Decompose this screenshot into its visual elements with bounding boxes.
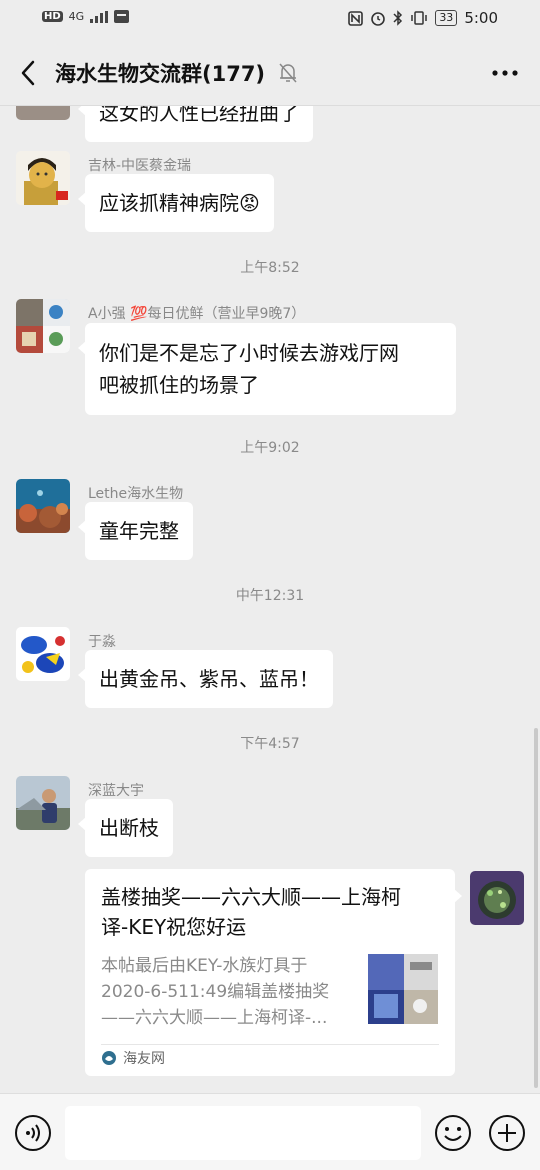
message-text-line-1: 你们是不是忘了小时候去游戏厅网 bbox=[99, 341, 399, 365]
signal-icon bbox=[90, 10, 109, 23]
link-card-desc-line-3: ——六六大顺——上海柯译-... bbox=[101, 1008, 328, 1028]
message-text: 出断枝 bbox=[99, 816, 159, 840]
input-bar bbox=[0, 1093, 540, 1170]
sender-name: Lethe海水生物 bbox=[88, 486, 184, 502]
battery-indicator: 33 bbox=[435, 10, 458, 26]
source-logo-icon bbox=[102, 1051, 116, 1065]
message-input[interactable] bbox=[65, 1106, 421, 1160]
message-bubble[interactable]: 出断枝 bbox=[78, 799, 173, 857]
status-right: 33 5:00 bbox=[348, 9, 498, 27]
more-icon[interactable] bbox=[490, 60, 520, 86]
vibrate-icon bbox=[411, 11, 428, 25]
status-bar: HD 4G 33 5:00 bbox=[0, 0, 540, 40]
link-card-divider bbox=[101, 1044, 439, 1045]
avatar-image bbox=[16, 151, 70, 205]
message-text: 应该抓精神病院😡 bbox=[99, 191, 260, 215]
message-text: 童年完整 bbox=[99, 519, 179, 543]
avatar[interactable] bbox=[16, 106, 70, 120]
message-bubble[interactable]: 童年完整 bbox=[78, 502, 193, 560]
message-text: 出黄金吊、紫吊、蓝吊！ bbox=[99, 667, 319, 691]
avatar-image bbox=[470, 871, 524, 925]
scrollbar[interactable] bbox=[534, 728, 538, 1088]
back-arrow-icon[interactable] bbox=[14, 54, 44, 92]
network-indicator: 4G bbox=[68, 10, 85, 23]
plus-icon[interactable] bbox=[488, 1114, 526, 1152]
avatar[interactable] bbox=[16, 151, 70, 205]
avatar-image bbox=[16, 627, 70, 681]
nfc-icon bbox=[348, 10, 364, 26]
avatar[interactable] bbox=[16, 479, 70, 533]
message-bubble[interactable]: 这女的人性已经扭曲了 bbox=[78, 106, 313, 142]
link-card-title-line-2: 译-KEY祝您好运 bbox=[101, 915, 247, 939]
link-card[interactable]: 盖楼抽奖——六六大顺——上海柯 译-KEY祝您好运 本帖最后由KEY-水族灯具于… bbox=[85, 869, 462, 1076]
chat-title[interactable]: 海水生物交流群(177) bbox=[55, 58, 265, 88]
bluetooth-icon bbox=[393, 10, 403, 26]
link-card-desc-line-1: 本帖最后由KEY-水族灯具于 bbox=[101, 956, 308, 976]
link-card-desc-line-2: 2020-6-511:49编辑盖楼抽奖 bbox=[101, 982, 330, 1002]
timestamp: 上午8:52 bbox=[240, 260, 300, 276]
link-card-thumbnail bbox=[368, 954, 438, 1024]
avatar[interactable] bbox=[16, 299, 70, 353]
message-notification-icon bbox=[114, 10, 130, 23]
voice-icon[interactable] bbox=[14, 1114, 52, 1152]
message-list[interactable]: 这女的人性已经扭曲了 吉林-中医蔡金瑞 应该抓精神病院😡 上午8:52 A小强 … bbox=[0, 106, 540, 1093]
alarm-icon bbox=[371, 12, 386, 26]
avatar-image bbox=[16, 299, 70, 353]
avatar-image bbox=[16, 479, 70, 533]
message-text-line-2: 吧被抓住的场景了 bbox=[99, 373, 259, 397]
avatar[interactable] bbox=[16, 776, 70, 830]
emoji-icon[interactable] bbox=[434, 1114, 472, 1152]
message-bubble[interactable]: 应该抓精神病院😡 bbox=[78, 174, 274, 232]
link-card-title: 盖楼抽奖——六六大顺——上海柯 译-KEY祝您好运 bbox=[101, 882, 441, 942]
mute-bell-icon bbox=[279, 63, 297, 83]
sender-name: A小强 💯每日优鲜（营业早9晚7） bbox=[88, 306, 306, 322]
timestamp: 下午4:57 bbox=[240, 736, 300, 752]
link-card-description: 本帖最后由KEY-水族灯具于 2020-6-511:49编辑盖楼抽奖 ——六六大… bbox=[101, 953, 346, 1031]
timestamp: 中午12:31 bbox=[235, 588, 305, 604]
avatar-image bbox=[16, 776, 70, 830]
chat-header: 海水生物交流群(177) bbox=[0, 40, 540, 106]
message-bubble[interactable]: 出黄金吊、紫吊、蓝吊！ bbox=[78, 650, 333, 708]
my-avatar[interactable] bbox=[470, 871, 524, 925]
clock: 5:00 bbox=[464, 9, 498, 27]
link-card-source: 海友网 bbox=[101, 1048, 165, 1068]
timestamp: 上午9:02 bbox=[240, 440, 300, 456]
avatar[interactable] bbox=[16, 627, 70, 681]
link-card-title-line-1: 盖楼抽奖——六六大顺——上海柯 bbox=[101, 885, 401, 909]
sender-name: 吉林-中医蔡金瑞 bbox=[88, 158, 192, 174]
message-bubble[interactable]: 你们是不是忘了小时候去游戏厅网 吧被抓住的场景了 bbox=[78, 323, 456, 415]
sender-name: 深蓝大宇 bbox=[88, 783, 144, 799]
link-card-source-name: 海友网 bbox=[123, 1051, 165, 1067]
status-left: HD 4G bbox=[42, 10, 130, 23]
message-text: 这女的人性已经扭曲了 bbox=[99, 106, 299, 125]
sender-name: 于淼 bbox=[88, 634, 116, 650]
hd-icon: HD bbox=[42, 11, 63, 22]
